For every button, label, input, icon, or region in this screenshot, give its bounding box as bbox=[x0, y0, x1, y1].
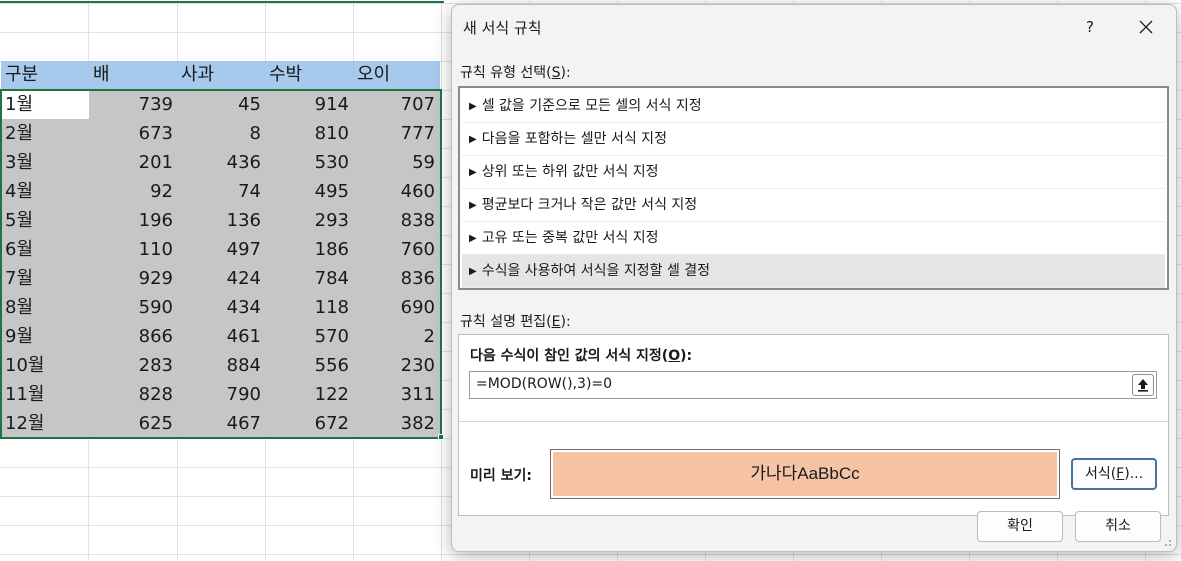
rule-type-label-text: 규칙 유형 선택( bbox=[460, 65, 552, 81]
formula-input[interactable]: =MOD(ROW(),3)=0 bbox=[469, 371, 1157, 399]
rule-type-label-end: ): bbox=[560, 65, 571, 81]
edit-rule-label-text: 규칙 설명 편집( bbox=[460, 314, 552, 330]
preview-label: 미리 보기: bbox=[470, 468, 532, 484]
rule-type-item[interactable]: ▶ 셀 값을 기준으로 모든 셀의 서식 지정 bbox=[462, 90, 1165, 123]
dialog-title: 새 서식 규칙 bbox=[463, 19, 542, 37]
preview-sample-text: 가나다AaBbCc bbox=[553, 452, 1057, 496]
rule-type-label-text: 다음을 포함하는 셀만 서식 지정 bbox=[481, 131, 667, 147]
rule-type-label-text: 평균보다 크거나 작은 값만 서식 지정 bbox=[481, 197, 698, 213]
rule-type-label-text: 상위 또는 하위 값만 서식 지정 bbox=[481, 164, 659, 180]
header-cell[interactable]: 수박 bbox=[265, 60, 353, 89]
range-select-button[interactable] bbox=[1132, 374, 1154, 396]
rule-type-accesskey: S bbox=[551, 65, 561, 81]
header-cell[interactable]: 구분 bbox=[1, 60, 89, 89]
panel-divider bbox=[459, 421, 1168, 422]
formula-label-text: 다음 수식이 참인 값의 서식 지정( bbox=[470, 348, 669, 364]
previous-selection-border bbox=[0, 0, 444, 3]
formula-label: 다음 수식이 참인 값의 서식 지정(O): bbox=[470, 345, 692, 365]
edit-rule-accesskey: E bbox=[551, 314, 561, 330]
cancel-button[interactable]: 취소 bbox=[1075, 511, 1161, 542]
rule-type-list[interactable]: ▶ 셀 값을 기준으로 모든 셀의 서식 지정 ▶ 다음을 포함하는 셀만 서식 지정… bbox=[458, 86, 1169, 290]
rule-type-item[interactable]: ▶ 수식을 사용하여 서식을 지정할 셀 결정 bbox=[462, 255, 1165, 288]
triangle-right-icon: ▶ bbox=[469, 266, 477, 277]
formula-accesskey: O bbox=[668, 348, 681, 364]
fill-handle[interactable] bbox=[438, 434, 444, 440]
formula-label-end: ): bbox=[680, 348, 693, 364]
rule-type-label-text: 고유 또는 중복 값만 서식 지정 bbox=[481, 230, 659, 246]
selection-border bbox=[0, 89, 442, 439]
row-gridline bbox=[0, 554, 1181, 555]
header-cell[interactable]: 오이 bbox=[353, 60, 441, 89]
ok-button[interactable]: 확인 bbox=[977, 511, 1063, 542]
formula-value[interactable]: =MOD(ROW(),3)=0 bbox=[476, 376, 612, 392]
close-icon bbox=[1139, 20, 1153, 34]
edit-rule-label: 규칙 설명 편집(E): bbox=[460, 311, 571, 331]
edit-rule-label-end: ): bbox=[560, 314, 571, 330]
format-preview: 가나다AaBbCc bbox=[550, 449, 1060, 499]
rule-type-item[interactable]: ▶ 고유 또는 중복 값만 서식 지정 bbox=[462, 222, 1165, 255]
help-button[interactable]: ? bbox=[1072, 9, 1108, 45]
header-cell[interactable]: 배 bbox=[89, 60, 177, 89]
upload-arrow-icon bbox=[1138, 379, 1148, 392]
triangle-right-icon: ▶ bbox=[469, 233, 477, 244]
triangle-right-icon: ▶ bbox=[469, 101, 477, 112]
rule-type-item[interactable]: ▶ 다음을 포함하는 셀만 서식 지정 bbox=[462, 123, 1165, 156]
format-button[interactable]: 서식(F)... bbox=[1071, 458, 1157, 490]
rule-type-label-text: 수식을 사용하여 서식을 지정할 셀 결정 bbox=[481, 263, 711, 279]
triangle-right-icon: ▶ bbox=[469, 134, 477, 145]
rule-type-label: 규칙 유형 선택(S): bbox=[460, 62, 571, 82]
rule-type-item[interactable]: ▶ 상위 또는 하위 값만 서식 지정 bbox=[462, 156, 1165, 189]
dialog-titlebar[interactable]: 새 서식 규칙 ? bbox=[452, 5, 1176, 47]
rule-type-label-text: 셀 값을 기준으로 모든 셀의 서식 지정 bbox=[481, 98, 702, 114]
rule-type-item[interactable]: ▶ 평균보다 크거나 작은 값만 서식 지정 bbox=[462, 189, 1165, 222]
rule-description-panel: 다음 수식이 참인 값의 서식 지정(O): =MOD(ROW(),3)=0 미… bbox=[458, 334, 1169, 516]
format-button-label: 서식( bbox=[1084, 466, 1117, 482]
header-cell[interactable]: 사과 bbox=[177, 60, 265, 89]
triangle-right-icon: ▶ bbox=[469, 200, 477, 211]
format-button-label-end: )... bbox=[1124, 466, 1144, 482]
triangle-right-icon: ▶ bbox=[469, 167, 477, 178]
resize-grip-icon[interactable] bbox=[1162, 537, 1172, 547]
close-button[interactable] bbox=[1124, 9, 1168, 45]
new-formatting-rule-dialog: 새 서식 규칙 ? 규칙 유형 선택(S): ▶ 셀 값을 기준으로 모든 셀의 … bbox=[451, 4, 1177, 552]
